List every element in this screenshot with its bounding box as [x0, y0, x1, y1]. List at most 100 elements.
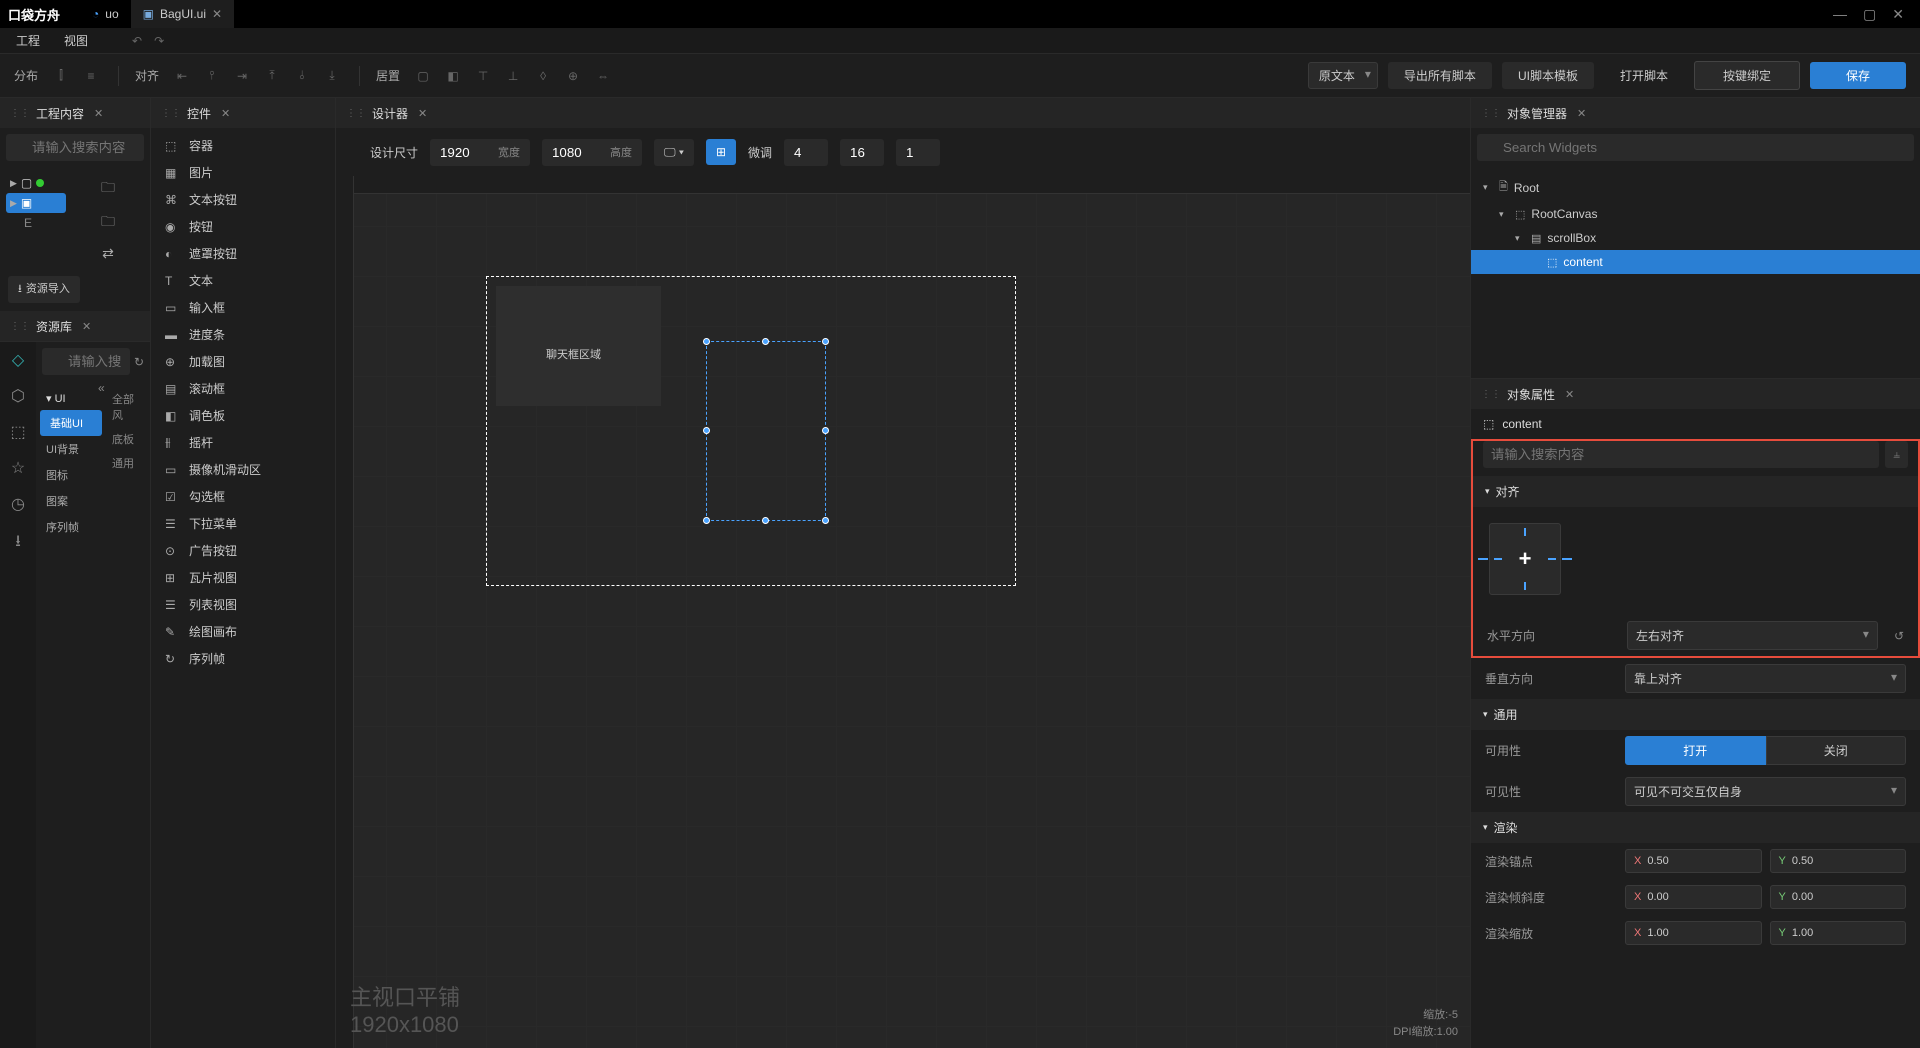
cat-sequence[interactable]: 序列帧 [36, 514, 106, 540]
value-input[interactable] [1647, 891, 1752, 903]
anchor-y-input[interactable]: Y [1770, 849, 1907, 873]
horizontal-select[interactable]: 左右对齐 [1627, 621, 1878, 650]
cat-ui[interactable]: ▾ UI [36, 387, 106, 410]
widget-joystick[interactable]: ⫵摇杆 [151, 429, 335, 456]
cat-ui-bg[interactable]: UI背景 [36, 436, 106, 462]
finetune-1[interactable] [784, 139, 828, 166]
close-icon[interactable]: ✕ [94, 107, 103, 120]
maximize-icon[interactable]: ▢ [1863, 6, 1876, 23]
align-bottom-icon[interactable]: ⤓ [324, 68, 340, 84]
redo-icon[interactable]: ↷ [154, 34, 164, 48]
grip-icon[interactable]: ⋮⋮ [346, 108, 366, 119]
props-search-input[interactable] [1483, 441, 1879, 468]
folder-icon[interactable]: 🗀 [101, 177, 115, 201]
link-icon[interactable]: ⬡ [11, 386, 25, 406]
value-input[interactable] [1647, 855, 1752, 867]
tab-uo[interactable]: ◔ uo [80, 0, 131, 28]
widget-mask-button[interactable]: ◐遮罩按钮 [151, 240, 335, 267]
tree-root[interactable]: ▶▢ [6, 173, 66, 193]
widget-loading[interactable]: ⊕加载图 [151, 348, 335, 375]
widget-button[interactable]: ◉按钮 [151, 213, 335, 240]
widget-text[interactable]: T文本 [151, 267, 335, 294]
align-anchor-l[interactable] [1494, 558, 1502, 560]
widgets-search-input[interactable] [1477, 134, 1914, 161]
widget-input[interactable]: ▭输入框 [151, 294, 335, 321]
filter-common[interactable]: 通用 [110, 451, 144, 475]
resize-handle-r[interactable] [822, 427, 829, 434]
refresh-icon[interactable]: ↻ [134, 355, 144, 369]
filter-base[interactable]: 底板 [110, 427, 144, 451]
grip-icon[interactable]: ⋮⋮ [1481, 108, 1501, 119]
minimize-icon[interactable]: — [1833, 6, 1847, 23]
finetune-3[interactable] [896, 139, 940, 166]
device-dropdown[interactable]: 🖵 ▾ [654, 139, 694, 166]
tree-node-canvas[interactable]: ▾⬚RootCanvas [1471, 202, 1920, 226]
widget-image[interactable]: ▦图片 [151, 159, 335, 186]
widget-canvas[interactable]: ✎绘图画布 [151, 618, 335, 645]
value-input[interactable] [1792, 891, 1897, 903]
place-icon-3[interactable]: ⊤ [475, 68, 491, 84]
height-input[interactable] [542, 139, 600, 166]
transfer-icon[interactable]: ⇄ [102, 245, 114, 262]
grip-icon[interactable]: ⋮⋮ [10, 108, 30, 119]
align-right-icon[interactable]: ⇥ [234, 68, 250, 84]
dist-h-icon[interactable]: ⫿ [53, 68, 69, 84]
toggle-open[interactable]: 打开 [1625, 736, 1766, 765]
resize-handle-t[interactable] [762, 338, 769, 345]
widget-list-view[interactable]: ☰列表视图 [151, 591, 335, 618]
align-center-h-icon[interactable]: ⫯ [204, 68, 220, 84]
ui-script-template-button[interactable]: UI脚本模板 [1502, 62, 1594, 89]
selected-element[interactable] [706, 341, 826, 521]
section-render-header[interactable]: ▾渲染 [1471, 812, 1920, 843]
close-icon[interactable]: ✕ [212, 7, 222, 21]
grid-toggle-button[interactable]: ⊞ [706, 139, 736, 165]
grip-icon[interactable]: ⋮⋮ [161, 108, 181, 119]
align-center-icon[interactable]: + [1519, 546, 1532, 572]
widget-camera-slide[interactable]: ▭摄像机滑动区 [151, 456, 335, 483]
align-anchor-r[interactable] [1548, 558, 1556, 560]
tree-node-scrollbox[interactable]: ▾▤scrollBox [1471, 226, 1920, 250]
place-icon-7[interactable]: ⇔ [595, 68, 611, 84]
tree-item[interactable]: E [6, 213, 66, 233]
close-window-icon[interactable]: ✕ [1892, 6, 1904, 23]
resize-handle-br[interactable] [822, 517, 829, 524]
vertical-select[interactable]: 靠上对齐 [1625, 664, 1906, 693]
align-left-icon[interactable]: ⇤ [174, 68, 190, 84]
resize-handle-tl[interactable] [703, 338, 710, 345]
toggle-close[interactable]: 关闭 [1766, 736, 1907, 765]
widget-colorpicker[interactable]: ◧调色板 [151, 402, 335, 429]
section-general-header[interactable]: ▾通用 [1471, 699, 1920, 730]
close-icon[interactable]: ✕ [82, 320, 91, 333]
tree-node-content[interactable]: ⬚content [1471, 250, 1920, 274]
align-anchor-l-out[interactable] [1478, 558, 1488, 560]
close-icon[interactable]: ✕ [1565, 388, 1574, 401]
box-icon[interactable]: ⬚ [10, 422, 25, 442]
grip-icon[interactable]: ⋮⋮ [10, 321, 30, 332]
resize-handle-tr[interactable] [822, 338, 829, 345]
section-align-header[interactable]: ▾对齐 [1473, 476, 1918, 507]
folder-icon[interactable]: 🗀 [101, 211, 115, 235]
project-search-input[interactable] [6, 134, 144, 161]
widget-dropdown[interactable]: ☰下拉菜单 [151, 510, 335, 537]
menu-view[interactable]: 视图 [64, 32, 88, 49]
value-input[interactable] [1792, 855, 1897, 867]
widget-progress[interactable]: ▬进度条 [151, 321, 335, 348]
filter-all[interactable]: 全部风 [110, 387, 144, 427]
place-icon-1[interactable]: ▢ [415, 68, 431, 84]
align-anchor-r-out[interactable] [1562, 558, 1572, 560]
align-center-v-icon[interactable]: ⫰ [294, 68, 310, 84]
anchor-x-input[interactable]: X [1625, 849, 1762, 873]
close-icon[interactable]: ✕ [418, 107, 427, 120]
finetune-2[interactable] [840, 139, 884, 166]
widget-container[interactable]: ⬚容器 [151, 132, 335, 159]
open-script-button[interactable]: 打开脚本 [1604, 62, 1684, 89]
value-input[interactable] [1647, 927, 1752, 939]
export-scripts-button[interactable]: 导出所有脚本 [1388, 62, 1492, 89]
widget-checkbox[interactable]: ☑勾选框 [151, 483, 335, 510]
tab-bagui[interactable]: ▣ BagUI.ui ✕ [131, 0, 234, 28]
widget-tile-view[interactable]: ⊞瓦片视图 [151, 564, 335, 591]
save-button[interactable]: 保存 [1810, 62, 1906, 89]
key-binding-button[interactable]: 按键绑定 [1694, 61, 1800, 90]
download-icon[interactable]: ⭳ [15, 530, 21, 557]
source-dropdown[interactable]: 原文本 [1308, 62, 1378, 89]
